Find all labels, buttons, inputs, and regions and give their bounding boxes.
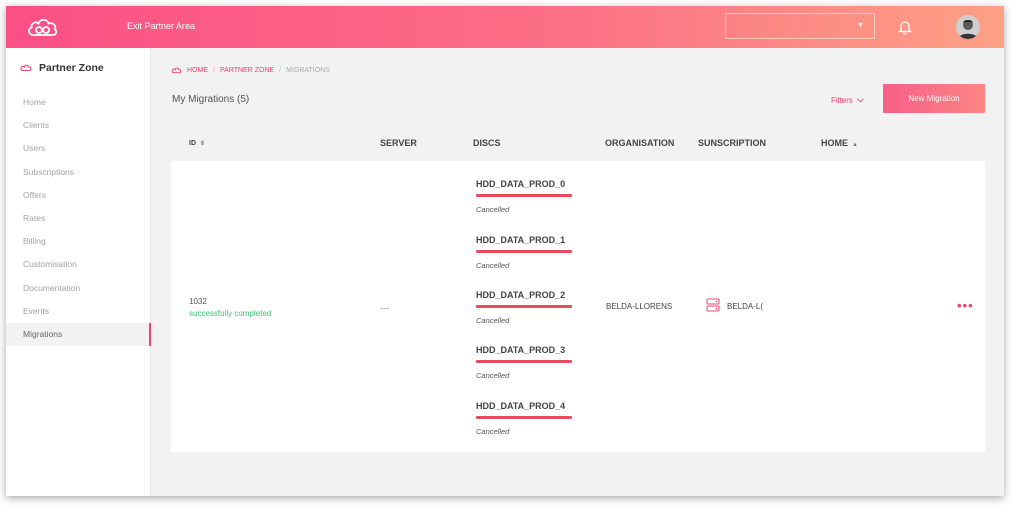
breadcrumb-separator: / [279,67,282,74]
migration-status: successfully completed [189,309,272,318]
sort-ascending-icon: ▲ [852,142,858,148]
disc-progress-bar [476,250,572,253]
disc-status: Cancelled [476,261,510,270]
breadcrumb-home[interactable]: HOME [187,67,208,74]
organisation-value: BELDA-LLORENS [606,302,673,311]
bell-icon[interactable] [898,19,912,35]
filters-label: Filters [831,96,853,105]
sidebar-item-events[interactable]: Events [6,300,151,323]
disc-progress-bar [476,305,572,308]
account-select[interactable]: ▼ [725,13,875,39]
disc-name: HDD_DATA_PROD_1 [476,235,566,245]
sidebar-item-documentation[interactable]: Documentation [6,277,151,300]
sidebar-item-users[interactable]: Users [6,137,151,160]
chevron-down-icon [857,98,864,103]
column-id-label: ID [189,140,196,147]
disc-status: Cancelled [476,316,510,325]
column-header-organisation[interactable]: ORGANISATION [605,138,674,148]
disc-name: HDD_DATA_PROD_4 [476,401,566,411]
breadcrumb-separator: / [213,67,215,74]
server-value: --- [380,303,389,313]
disc-progress-bar [476,194,572,197]
column-header-subscription[interactable]: SUNSCRIPTION [698,138,766,148]
sort-icon: ⇕ [200,141,206,147]
partner-zone-icon [20,64,32,71]
disc-item: HDD_DATA_PROD_4 Cancelled [476,401,572,436]
app-window: Exit Partner Area ▼ Partner Zone Home Cl… [6,6,1004,496]
sidebar-item-offers[interactable]: Offers [6,184,151,207]
cloud-logo-icon[interactable] [26,16,58,38]
sidebar-nav: Home Clients Users Subscriptions Offers … [6,91,151,347]
breadcrumb-current: MIGRATIONS [286,67,330,74]
disc-name: HDD_DATA_PROD_3 [476,345,566,355]
page-title: My Migrations (5) [172,94,250,105]
disc-name: HDD_DATA_PROD_0 [476,179,566,189]
disc-item: HDD_DATA_PROD_0 Cancelled [476,179,572,214]
sidebar-item-home[interactable]: Home [6,91,151,114]
column-header-id[interactable]: ID ⇕ [189,140,205,147]
sidebar-item-billing[interactable]: Billing [6,230,151,253]
disc-status: Cancelled [476,371,510,380]
subscription-value[interactable]: BELDA-L( [727,302,763,311]
breadcrumb-partner-zone[interactable]: PARTNER ZONE [220,67,274,74]
breadcrumb: HOME / PARTNER ZONE / MIGRATIONS [171,67,330,74]
sidebar-item-migrations[interactable]: Migrations [6,322,151,347]
filters-dropdown[interactable]: Filters [831,96,864,105]
server-icon [706,298,720,312]
sidebar-item-clients[interactable]: Clients [6,114,151,137]
sidebar-item-customisation[interactable]: Customisation [6,253,151,276]
home-cloud-icon[interactable] [171,67,182,74]
caret-down-icon: ▼ [857,22,864,29]
more-horizontal-icon[interactable]: ••• [957,298,974,313]
exit-partner-area-link[interactable]: Exit Partner Area [127,21,195,31]
disc-name: HDD_DATA_PROD_2 [476,290,566,300]
column-header-discs[interactable]: DISCS [473,138,501,148]
disc-progress-bar [476,416,572,419]
disc-status: Cancelled [476,205,510,214]
column-header-home[interactable]: HOME ▲ [821,138,858,148]
disc-item: HDD_DATA_PROD_1 Cancelled [476,235,572,270]
sidebar-item-rates[interactable]: Rates [6,207,151,230]
table-header: ID ⇕ SERVER DISCS ORGANISATION SUNSCRIPTI… [171,132,986,156]
partner-zone-header: Partner Zone [20,62,104,74]
top-bar: Exit Partner Area ▼ [6,6,1004,48]
sidebar-item-subscriptions[interactable]: Subscriptions [6,161,151,184]
column-home-label: HOME [821,138,848,148]
disc-status: Cancelled [476,427,510,436]
migration-id: 1032 [189,297,207,306]
user-avatar[interactable] [956,15,980,39]
new-migration-button[interactable]: New Migration [883,84,985,113]
sidebar: Partner Zone Home Clients Users Subscrip… [6,48,151,496]
disc-item: HDD_DATA_PROD_3 Cancelled [476,345,572,380]
table-row: 1032 successfully completed --- HDD_DATA… [171,161,985,452]
partner-zone-title: Partner Zone [39,62,104,74]
user-photo-icon [956,15,980,39]
column-header-server[interactable]: SERVER [380,138,417,148]
main-content: HOME / PARTNER ZONE / MIGRATIONS My Migr… [151,48,1004,496]
disc-progress-bar [476,360,572,363]
disc-item: HDD_DATA_PROD_2 Cancelled [476,290,572,325]
